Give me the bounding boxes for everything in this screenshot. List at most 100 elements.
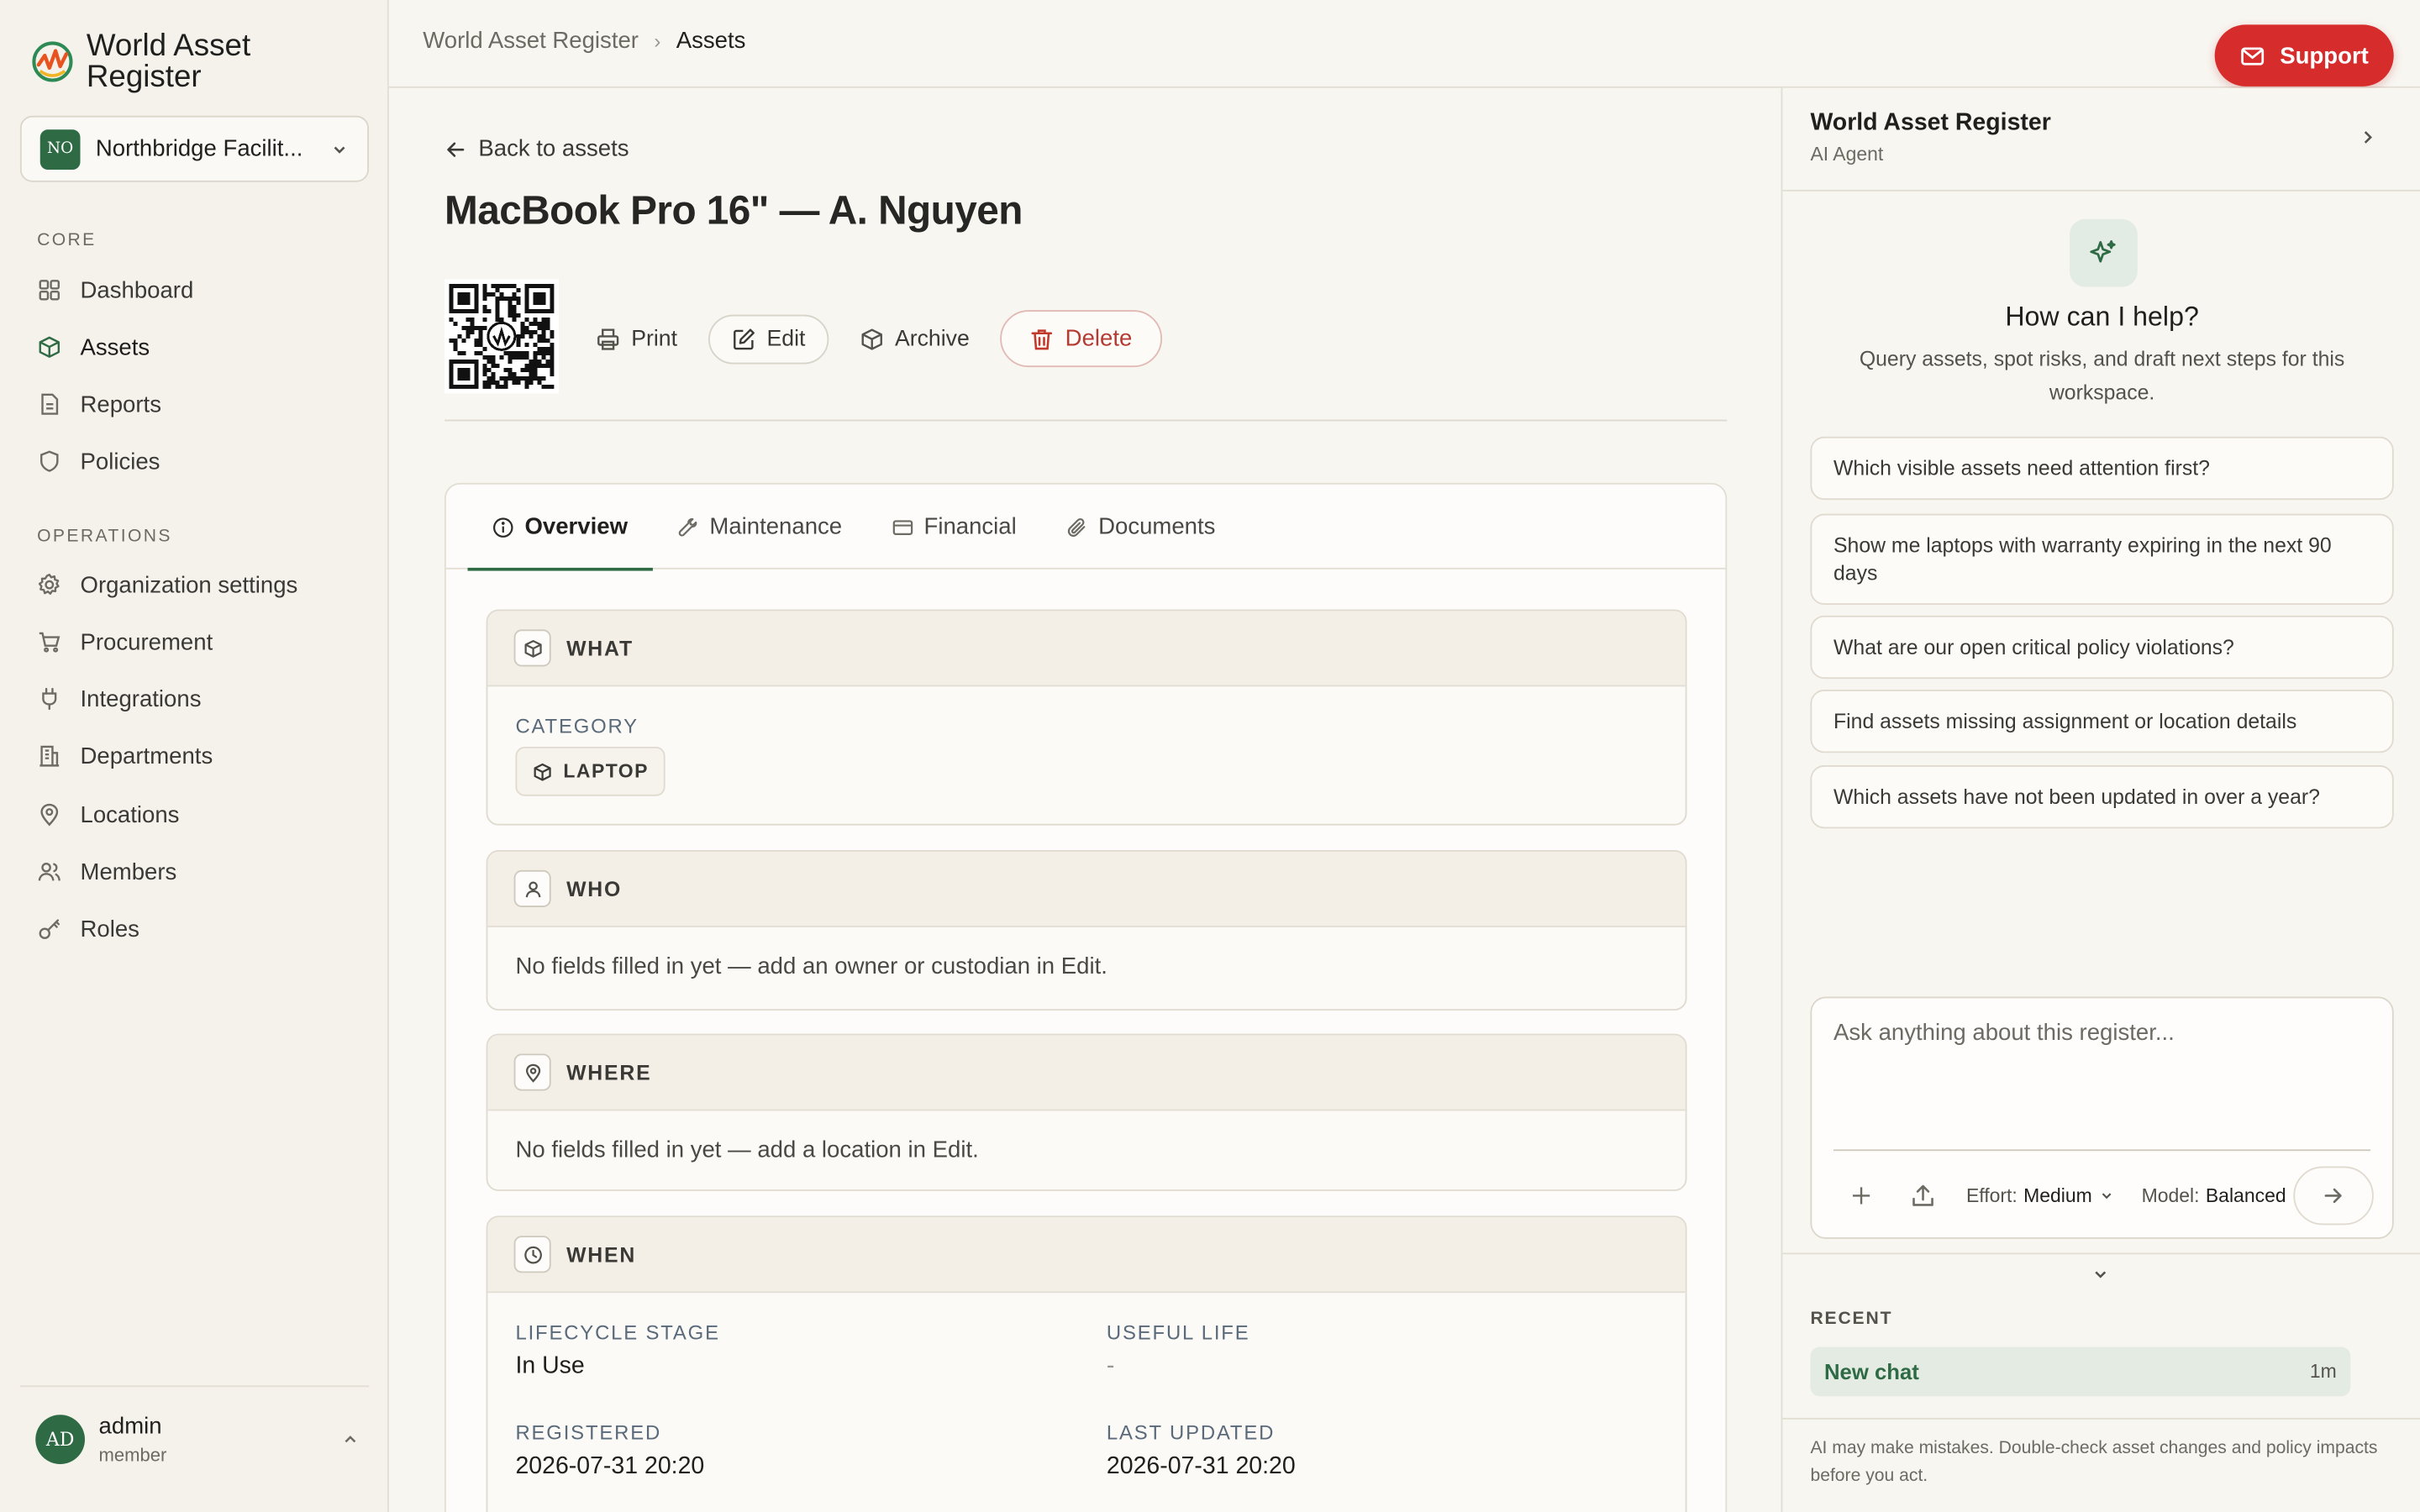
send-button[interactable] [2293,1166,2374,1226]
recent-label: RECENT [1810,1310,1893,1329]
sidebar-item-label: Reports [80,391,161,417]
effort-select[interactable]: Effort: Medium [1965,1184,2114,1207]
field-lifecycle: LIFECYCLE STAGE In Use [515,1320,1071,1381]
recent-chat-time: 1m [2309,1360,2337,1383]
effort-value: Medium [2023,1184,2092,1207]
field-value: - [1106,1352,1115,1380]
sidebar-item-locations[interactable]: Locations [37,795,179,835]
model-value: Balanced [2205,1184,2286,1207]
report-icon [41,393,59,415]
wrench-icon [678,517,697,536]
category-chip: LAPTOP [515,746,666,796]
suggestion-button[interactable]: Find assets missing assignment or locati… [1810,690,2394,753]
sidebar-item-departments[interactable]: Departments [37,736,213,776]
sidebar-item-assets[interactable]: Assets [37,327,150,367]
plus-icon [1852,1187,1870,1205]
help-title: How can I help? [2005,301,2199,332]
breadcrumb-separator-icon: › [654,29,661,53]
tab-label: Financial [923,513,1017,540]
edit-icon [733,328,755,349]
building-icon [39,745,60,767]
sidebar-item-roles[interactable]: Roles [37,909,139,949]
sidebar-item-label: Locations [80,801,180,828]
where-panel: WHERE No fields filled in yet — add a lo… [486,1033,1687,1191]
panel-body: No fields filled in yet — add an owner o… [487,927,1685,979]
upload-icon [1912,1184,1933,1206]
chat-input[interactable]: Ask anything about this register... [1833,1020,2175,1046]
print-label: Print [631,326,677,351]
when-panel: WHEN LIFECYCLE STAGE In Use USEFUL LIFE … [486,1215,1687,1512]
section-label-core: CORE [37,231,97,250]
field-label: REGISTERED [515,1420,662,1445]
who-panel: WHO No fields filled in yet — add an own… [486,850,1687,1011]
panel-title: WHERE [566,1060,652,1084]
add-button[interactable] [1833,1168,1889,1223]
chat-composer: Ask anything about this register... Effo… [1810,996,2394,1239]
model-label: Model: [2141,1184,2200,1207]
sidebar-item-label: Dashboard [80,276,194,303]
effort-label: Effort: [1965,1184,2018,1207]
tab-overview[interactable]: Overview [467,485,653,571]
breadcrumb-link-home[interactable]: World Asset Register [423,28,639,54]
suggestion-button[interactable]: Which visible assets need attention firs… [1810,436,2394,501]
sidebar-item-dashboard[interactable]: Dashboard [37,270,193,310]
chevron-up-icon [345,1436,356,1443]
panel-header: WHERE [487,1035,1686,1111]
sidebar-item-members[interactable]: Members [37,852,176,892]
users-icon [38,862,60,881]
tab-maintenance[interactable]: Maintenance [652,485,866,570]
upload-button[interactable] [1895,1168,1950,1223]
qr-code-image [449,283,555,389]
org-switcher[interactable]: NO Northbridge Facilit... [19,115,369,182]
suggestion-button[interactable]: What are our open critical policy violat… [1810,615,2394,680]
sidebar-item-label: Roles [80,916,139,942]
field-last-updated: LAST UPDATED 2026-07-31 20:20 [1107,1421,1662,1482]
panel-title: WHO [566,877,623,900]
chevron-right-icon[interactable] [2358,128,2376,146]
chevron-down-icon[interactable] [2091,1265,2110,1284]
recent-chat-item[interactable]: New chat 1m [1810,1347,2351,1397]
chevron-down-icon [2101,1193,2111,1200]
sidebar-item-label: Integrations [80,685,202,712]
tab-financial[interactable]: Financial [867,485,1042,570]
back-link[interactable]: Back to assets [445,136,629,162]
what-panel: WHAT CATEGORY LAPTOP [486,609,1687,826]
dashboard-icon [39,280,60,301]
delete-button[interactable]: Delete [1000,310,1162,368]
tab-label: Overview [524,513,629,540]
archive-button[interactable]: Archive [847,314,981,364]
sidebar-item-policies[interactable]: Policies [37,441,160,481]
key-icon [39,919,60,939]
trash-icon [1031,328,1053,349]
org-name: Northbridge Facilit... [95,135,303,162]
panel-header: WHEN [487,1217,1686,1294]
field-value: 2026-07-31 20:20 [515,1453,705,1480]
breadcrumb-current: Assets [676,28,746,55]
field-useful-life: USEFUL LIFE - [1107,1320,1662,1381]
archive-label: Archive [894,326,970,351]
sidebar-item-label: Policies [80,448,160,475]
asset-detail: Back to assets MacBook Pro 16" — A. Nguy… [389,88,1781,1512]
user-menu[interactable]: AD admin member [35,1413,360,1466]
support-button[interactable]: Support [2214,24,2394,87]
model-select[interactable]: Model: Balanced [2141,1184,2308,1207]
edit-label: Edit [766,326,806,351]
tab-documents[interactable]: Documents [1041,485,1240,570]
shield-icon [40,450,59,472]
user-role: member [98,1444,167,1466]
chevron-down-icon [334,145,345,153]
sidebar-item-reports[interactable]: Reports [37,384,161,424]
user-icon [513,869,551,907]
archive-box-icon [861,328,882,349]
panel-title: WHEN [566,1242,637,1267]
suggestion-button[interactable]: Show me laptops with warranty expiring i… [1810,513,2394,605]
sidebar-item-integrations[interactable]: Integrations [37,679,201,719]
pin-icon [40,803,59,827]
suggestion-button[interactable]: Which assets have not been updated in ov… [1810,765,2394,829]
brand[interactable]: World Asset Register [31,31,318,92]
field-label: LIFECYCLE STAGE [515,1320,720,1344]
sidebar-item-procurement[interactable]: Procurement [37,622,213,662]
print-button[interactable]: Print [583,314,689,364]
edit-button[interactable]: Edit [708,313,829,364]
sidebar-item-organization-settings[interactable]: Organization settings [37,564,297,605]
